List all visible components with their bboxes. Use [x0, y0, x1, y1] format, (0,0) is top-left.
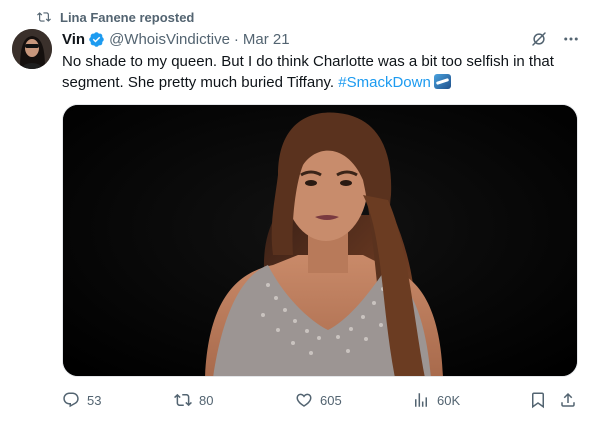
verified-badge-icon	[89, 31, 104, 47]
separator-dot: ·	[233, 30, 239, 48]
bookmark-button[interactable]	[529, 390, 547, 410]
repost-label: Lina Fanene reposted	[60, 9, 195, 25]
hashtag-link[interactable]: #SmackDown	[338, 74, 431, 91]
share-icon	[561, 392, 575, 407]
tweet-actions: 53 80 605 60K	[62, 390, 582, 410]
reply-icon	[63, 392, 79, 408]
reply-button[interactable]: 53	[62, 390, 101, 410]
views-button[interactable]: 60K	[412, 390, 460, 410]
bookmark-icon	[532, 392, 544, 409]
author-name[interactable]: Vin	[62, 31, 85, 48]
share-button[interactable]	[559, 390, 577, 410]
smackdown-hashflag-icon	[433, 74, 451, 89]
tweet-body: No shade to my queen. But I do think Cha…	[62, 53, 554, 91]
more-icon[interactable]	[562, 30, 580, 48]
views-count: 60K	[437, 392, 461, 408]
tweet-text: No shade to my queen. But I do think Cha…	[62, 51, 582, 93]
tweet-media-image[interactable]	[62, 104, 578, 377]
repost-icon	[174, 393, 192, 407]
like-count: 605	[320, 392, 342, 408]
tweet-date[interactable]: Mar 21	[243, 31, 290, 48]
like-icon	[296, 393, 312, 407]
repost-icon	[37, 12, 51, 22]
reply-count: 53	[87, 392, 102, 408]
repost-indicator[interactable]: Lina Fanene reposted	[37, 9, 194, 25]
grok-icon[interactable]	[530, 30, 548, 48]
views-icon	[415, 393, 427, 407]
author-handle[interactable]: @WhoisVindictive	[109, 31, 230, 48]
avatar[interactable]	[12, 29, 52, 69]
repost-button[interactable]: 80	[174, 390, 213, 410]
like-button[interactable]: 605	[295, 390, 342, 410]
repost-count: 80	[199, 392, 214, 408]
tweet-header: Vin @WhoisVindictive · Mar 21	[62, 29, 580, 49]
